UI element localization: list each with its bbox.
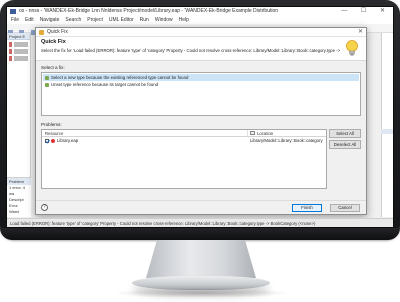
fix-list: Select a new type because the existing r… (41, 72, 361, 116)
monitor-stand-neck (146, 240, 256, 278)
error-icon (51, 138, 55, 143)
column-resource[interactable]: Resource (42, 130, 248, 136)
row-checkbox[interactable] (45, 138, 49, 143)
fix-option-select-new-type[interactable]: Select a new type because the existing r… (43, 74, 359, 81)
quick-fix-icon (39, 30, 44, 35)
tree-item[interactable] (9, 49, 28, 54)
menu-search[interactable]: Search (65, 16, 81, 24)
right-side-panel (381, 33, 393, 217)
window-controls[interactable]: — ☐ ✕ (341, 7, 391, 16)
problems-tab[interactable]: Problem (7, 178, 31, 185)
row-location: Library/Model::Library::Book::category (250, 138, 323, 143)
menu-project[interactable]: Project (87, 16, 103, 24)
fix-option-label: Unset type reference because its target … (51, 82, 159, 87)
tree-item[interactable] (9, 42, 28, 47)
problems-table-header: Resource Location (42, 130, 326, 137)
dialog-titlebar: Quick Fix ✕ (36, 28, 366, 37)
problems-area: Resource Location Library.eap Library/Mo… (41, 129, 361, 189)
problems-view: Problem 1 error, 4 wa Descript Error War… (7, 177, 31, 217)
problems-table: Resource Location Library.eap Library/Mo… (41, 129, 327, 189)
finish-button[interactable]: Finish (292, 204, 322, 212)
cancel-button[interactable]: Cancel (330, 204, 360, 212)
location-icon (250, 131, 255, 135)
dialog-message: Select the fix for 'Load failed (ERROR):… (41, 48, 341, 53)
table-row[interactable]: Library.eap Library/Model::Library::Book… (42, 137, 326, 144)
app-icon (10, 9, 16, 14)
deselect-all-button[interactable]: Deselect All (329, 140, 361, 149)
close-icon[interactable]: ✕ (358, 28, 363, 37)
tree-item[interactable] (9, 56, 28, 61)
project-explorer-tab[interactable]: Project E (7, 33, 30, 40)
row-resource: Library.eap (57, 138, 79, 143)
menubar: File Edit Navigate Search Project UML Ed… (7, 16, 393, 24)
fix-icon (45, 82, 49, 87)
menu-help[interactable]: Help (179, 16, 189, 24)
problems-count: 1 error, 4 wa (9, 185, 26, 196)
right-panel-highlight (381, 129, 393, 134)
column-location-label: Location (257, 130, 274, 136)
menu-uml-editor[interactable]: UML Editor (109, 16, 134, 24)
fix-icon (45, 75, 49, 80)
status-bar: Load failed (ERROR): feature 'type' of '… (7, 218, 393, 227)
monitor-chin (0, 228, 400, 240)
menu-window[interactable]: Window (155, 16, 173, 24)
menu-run[interactable]: Run (140, 16, 149, 24)
row-resource-cell: Library.eap (42, 137, 248, 144)
dialog-footer: ? Finish Cancel (36, 200, 366, 214)
dialog-title: Quick Fix (47, 29, 68, 35)
select-fix-label: Select a fix: (41, 65, 65, 70)
lightbulb-icon (346, 40, 358, 56)
quick-fix-dialog: Quick Fix ✕ Quick Fix Select the fix for… (35, 27, 367, 215)
menu-navigate[interactable]: Navigate (40, 16, 60, 24)
window-titlebar: os - nnss - 'WANDEX-Ek-Bridge Lnn Nnlden… (7, 7, 393, 16)
dialog-header: Quick Fix Select the fix for 'Load faile… (36, 37, 366, 61)
menu-edit[interactable]: Edit (25, 16, 34, 24)
dialog-body: Select a fix: Select a new type because … (36, 61, 366, 206)
menu-file[interactable]: File (11, 16, 19, 24)
window-title: os - nnss - 'WANDEX-Ek-Bridge Lnn Nnlden… (19, 8, 279, 14)
problems-row-warning[interactable]: Warni (7, 209, 31, 215)
fix-option-label: Select a new type because the existing r… (51, 75, 189, 80)
select-all-button[interactable]: Select All (329, 129, 361, 138)
problems-label: Problems: (41, 122, 62, 127)
help-icon[interactable]: ? (41, 204, 48, 211)
monitor-stand-shadow (112, 288, 290, 298)
selection-buttons: Select All Deselect All (329, 129, 361, 149)
fix-option-unset-type[interactable]: Unset type reference because its target … (43, 81, 359, 88)
screen: os - nnss - 'WANDEX-Ek-Bridge Lnn Nnlden… (6, 6, 394, 228)
column-location[interactable]: Location (248, 130, 326, 136)
dialog-heading: Quick Fix (41, 39, 66, 45)
